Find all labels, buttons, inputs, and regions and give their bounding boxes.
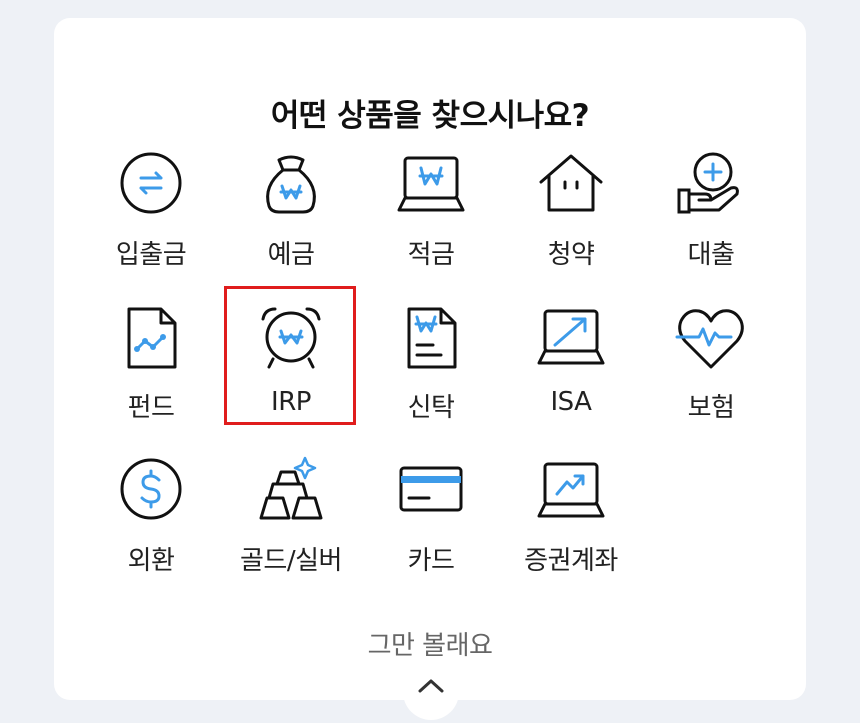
product-label: 골드/실버 (240, 546, 342, 576)
product-installment-savings[interactable]: 적금 (366, 150, 496, 280)
product-securities-account[interactable]: 증권계좌 (506, 456, 636, 586)
product-deposit-withdrawal[interactable]: 입출금 (86, 150, 216, 280)
product-card[interactable]: 카드 (366, 456, 496, 586)
chevron-up-icon (418, 679, 444, 693)
product-isa[interactable]: ISA (506, 303, 636, 433)
hand-plus-icon (677, 152, 739, 214)
page-title: 어떤 상품을 찾으시나요? (270, 98, 590, 134)
product-foreign-exchange[interactable]: 외환 (86, 456, 216, 586)
product-loan[interactable]: 대출 (646, 150, 776, 280)
product-label: 펀드 (127, 393, 175, 423)
laptop-arrow-icon (537, 309, 605, 365)
product-label: 신탁 (407, 393, 455, 423)
product-gold-silver[interactable]: 골드/실버 (226, 456, 356, 586)
heart-pulse-icon (675, 309, 744, 369)
product-subscription[interactable]: 청약 (506, 150, 636, 280)
laptop-won-icon (397, 156, 465, 212)
gold-bars-icon (259, 456, 323, 520)
product-label: 적금 (407, 240, 455, 270)
laptop-trend-icon (537, 462, 605, 518)
document-won-icon (407, 307, 457, 369)
transfer-arrows-icon (120, 152, 182, 214)
product-label: 예금 (267, 240, 315, 270)
house-icon (539, 154, 603, 212)
product-label: 카드 (407, 546, 455, 576)
selected-item-highlight (224, 286, 356, 425)
product-label: 증권계좌 (524, 546, 618, 576)
product-label: 외환 (127, 546, 175, 576)
dismiss-button[interactable]: 그만 볼래요 (0, 625, 860, 662)
product-trust[interactable]: 신탁 (366, 303, 496, 433)
product-label: ISA (550, 387, 592, 417)
dollar-coin-icon (120, 458, 182, 520)
product-label: 청약 (547, 240, 595, 270)
product-label: 보험 (687, 393, 735, 423)
document-chart-icon (127, 307, 177, 369)
product-insurance[interactable]: 보험 (646, 303, 776, 433)
product-savings-deposit[interactable]: 예금 (226, 150, 356, 280)
product-label: 입출금 (115, 240, 187, 270)
product-label: 대출 (687, 240, 735, 270)
credit-card-icon (399, 466, 463, 512)
product-fund[interactable]: 펀드 (86, 303, 216, 433)
money-bag-icon (266, 155, 316, 214)
collapse-toggle-button[interactable] (403, 664, 459, 720)
